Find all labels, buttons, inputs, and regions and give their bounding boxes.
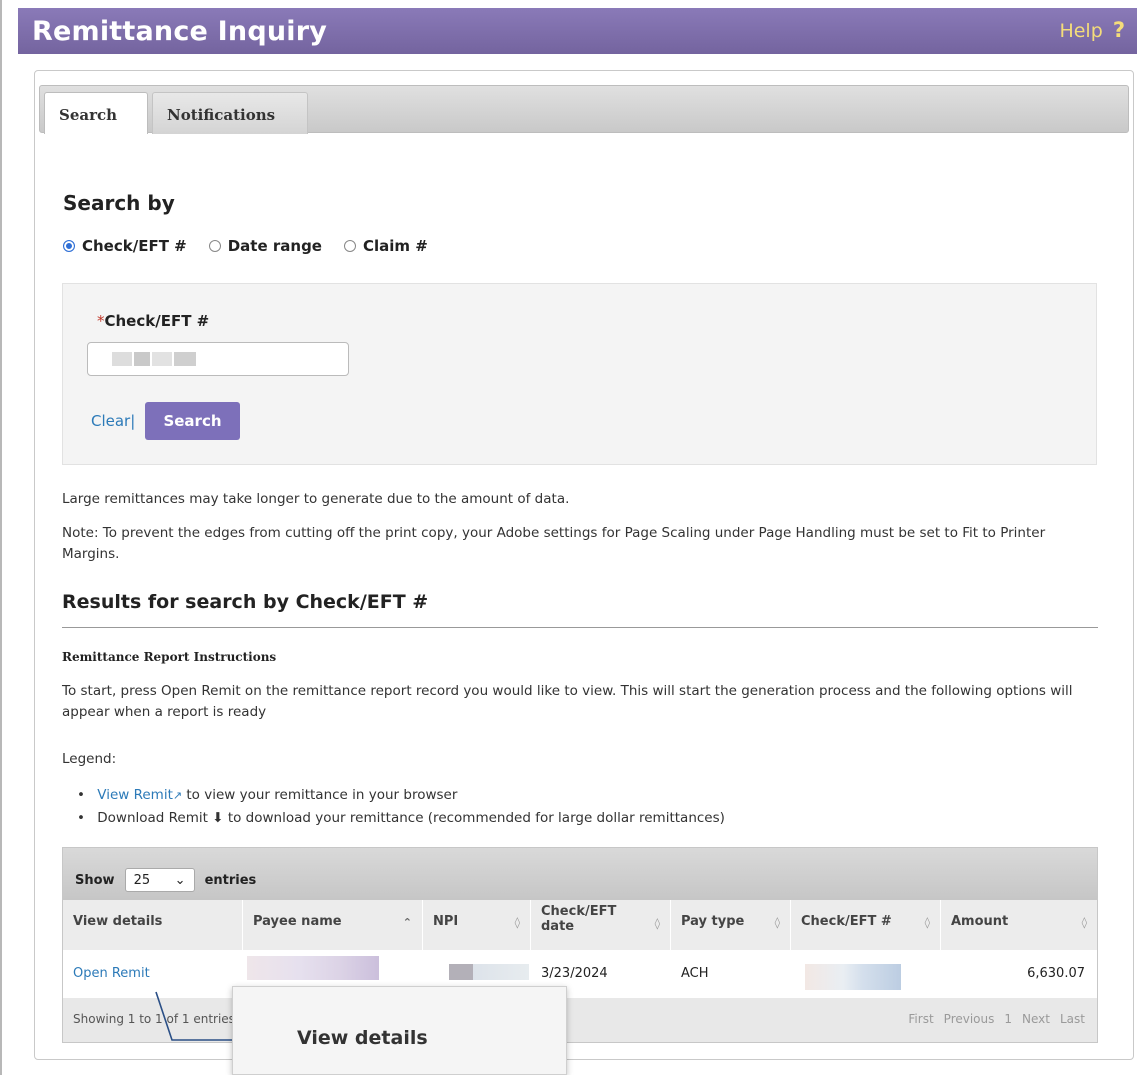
instructions-heading: Remittance Report Instructions — [62, 650, 277, 664]
check-eft-input[interactable] — [87, 342, 349, 376]
radio-date-range[interactable]: Date range — [208, 237, 322, 255]
sort-asc-icon: ⌃ — [402, 916, 412, 929]
col-view-details[interactable]: View details — [63, 900, 243, 950]
callout-label: View details — [297, 1027, 428, 1049]
sort-icon: ◊ — [654, 917, 660, 930]
chevron-down-icon: ⌄ — [174, 872, 186, 888]
view-remit-link[interactable]: View Remit — [97, 787, 173, 803]
help-link[interactable]: Help ? — [1059, 18, 1125, 42]
col-check-eft-date-label[interactable]: Check/EFT date — [541, 904, 631, 934]
search-form: *Check/EFT # Clear| Search — [62, 283, 1097, 465]
check-eft-label: *Check/EFT # — [97, 312, 209, 330]
col-npi-label[interactable]: NPI — [433, 914, 458, 929]
tab-bar: Search Notifications — [39, 85, 1129, 134]
redacted-npi — [449, 964, 529, 980]
col-check-eft-date[interactable]: Check/EFT date ◊ — [531, 900, 671, 950]
redacted-check-number — [805, 964, 901, 990]
table-info: Showing 1 to 1 of 1 entries — [73, 1012, 235, 1026]
col-pay-type-label[interactable]: Pay type — [681, 914, 744, 929]
legend-item-download: Download Remit ⬇ to download your remitt… — [77, 807, 725, 830]
radio-check-eft-label[interactable]: Check/EFT # — [82, 237, 187, 255]
page-title: Remittance Inquiry — [32, 16, 328, 47]
print-note: Note: To prevent the edges from cutting … — [62, 525, 1046, 562]
tab-notifications[interactable]: Notifications — [152, 92, 308, 134]
search-type-radios: Check/EFT # Date range Claim # — [63, 237, 428, 255]
redacted-value-block — [134, 352, 150, 366]
radio-date-range-label[interactable]: Date range — [228, 237, 322, 255]
view-details-callout: View details — [232, 986, 567, 1075]
cell-check-eft-number — [791, 950, 941, 998]
sort-icon: ◊ — [924, 916, 930, 929]
radio-check-eft-control[interactable] — [63, 240, 75, 252]
entries-label: entries — [204, 872, 257, 888]
help-icon[interactable]: ? — [1113, 18, 1125, 42]
entries-select-value[interactable]: 25 — [134, 873, 151, 888]
cell-pay-type: ACH — [681, 966, 709, 981]
col-payee-name-label[interactable]: Payee name — [253, 914, 342, 929]
col-check-eft-number[interactable]: Check/EFT # ◊ — [791, 900, 941, 950]
col-amount-label[interactable]: Amount — [951, 914, 1008, 929]
pagination: First Previous 1 Next Last — [908, 1012, 1085, 1026]
check-eft-label-text: Check/EFT # — [104, 312, 210, 330]
col-npi[interactable]: NPI ◊ — [423, 900, 531, 950]
radio-claim-label[interactable]: Claim # — [363, 237, 428, 255]
entries-select[interactable]: 25 ⌄ — [124, 868, 195, 892]
pager-previous[interactable]: Previous — [944, 1012, 995, 1026]
col-check-eft-number-label[interactable]: Check/EFT # — [801, 914, 892, 929]
col-pay-type[interactable]: Pay type ◊ — [671, 900, 791, 950]
col-amount[interactable]: Amount ◊ — [941, 900, 1097, 950]
radio-claim-control[interactable] — [343, 240, 356, 252]
redacted-value-block — [174, 352, 196, 366]
redacted-payee — [247, 956, 379, 980]
required-mark: * — [97, 312, 105, 330]
radio-date-range-control[interactable] — [208, 240, 221, 252]
legend-item-download-text: to download your remittance (recommended… — [223, 810, 725, 826]
results-table: Show 25 ⌄ entries View details Payee nam… — [62, 847, 1098, 1043]
sort-icon: ◊ — [1081, 916, 1087, 929]
table-header: View details Payee name ⌃ NPI ◊ Check/EFT … — [63, 900, 1097, 950]
cell-amount: 6,630.07 — [1027, 966, 1085, 981]
redacted-value-block — [112, 352, 132, 366]
entries-control: Show 25 ⌄ entries — [63, 848, 1097, 900]
download-remit-label: Download Remit — [97, 810, 208, 826]
redacted-value-block — [152, 352, 172, 366]
results-heading: Results for search by Check/EFT # — [62, 591, 429, 613]
sort-icon: ◊ — [774, 916, 780, 929]
download-icon: ⬇ — [212, 810, 224, 826]
open-remit-label[interactable]: Open Remit — [73, 966, 150, 981]
radio-check-eft[interactable]: Check/EFT # — [63, 237, 187, 255]
page-header: Remittance Inquiry Help ? — [18, 8, 1137, 54]
tab-search[interactable]: Search — [44, 92, 148, 134]
large-remittance-note: Large remittances may take longer to gen… — [62, 491, 570, 507]
clear-link[interactable]: Clear| — [91, 412, 135, 430]
instructions-text: To start, press Open Remit on the remitt… — [62, 683, 1073, 720]
pager-last[interactable]: Last — [1060, 1012, 1085, 1026]
open-remit-link[interactable]: Open Remit — [63, 950, 243, 998]
pager-page-1[interactable]: 1 — [1004, 1012, 1012, 1026]
pager-first[interactable]: First — [908, 1012, 933, 1026]
table-footer: Showing 1 to 1 of 1 entries First Previo… — [63, 998, 1097, 1042]
legend-list: View Remit↗ to view your remittance in y… — [77, 784, 725, 830]
legend-item-view: View Remit↗ to view your remittance in y… — [77, 784, 725, 807]
col-payee-name[interactable]: Payee name ⌃ — [243, 900, 423, 950]
table-row: Open Remit 3/23/2024 ACH 6,630.07 — [63, 950, 1097, 998]
help-label[interactable]: Help — [1059, 20, 1102, 42]
search-by-heading: Search by — [63, 191, 175, 215]
main-panel: Search Notifications Search by Check/EFT… — [34, 70, 1134, 1060]
legend-item-view-text: to view your remittance in your browser — [182, 787, 458, 803]
pager-next[interactable]: Next — [1022, 1012, 1050, 1026]
external-link-icon: ↗ — [172, 789, 183, 802]
radio-claim[interactable]: Claim # — [343, 237, 428, 255]
show-label: Show — [75, 872, 115, 888]
sort-icon: ◊ — [514, 916, 520, 929]
search-button[interactable]: Search — [145, 402, 240, 440]
divider — [62, 627, 1098, 628]
legend-label: Legend: — [62, 751, 117, 767]
